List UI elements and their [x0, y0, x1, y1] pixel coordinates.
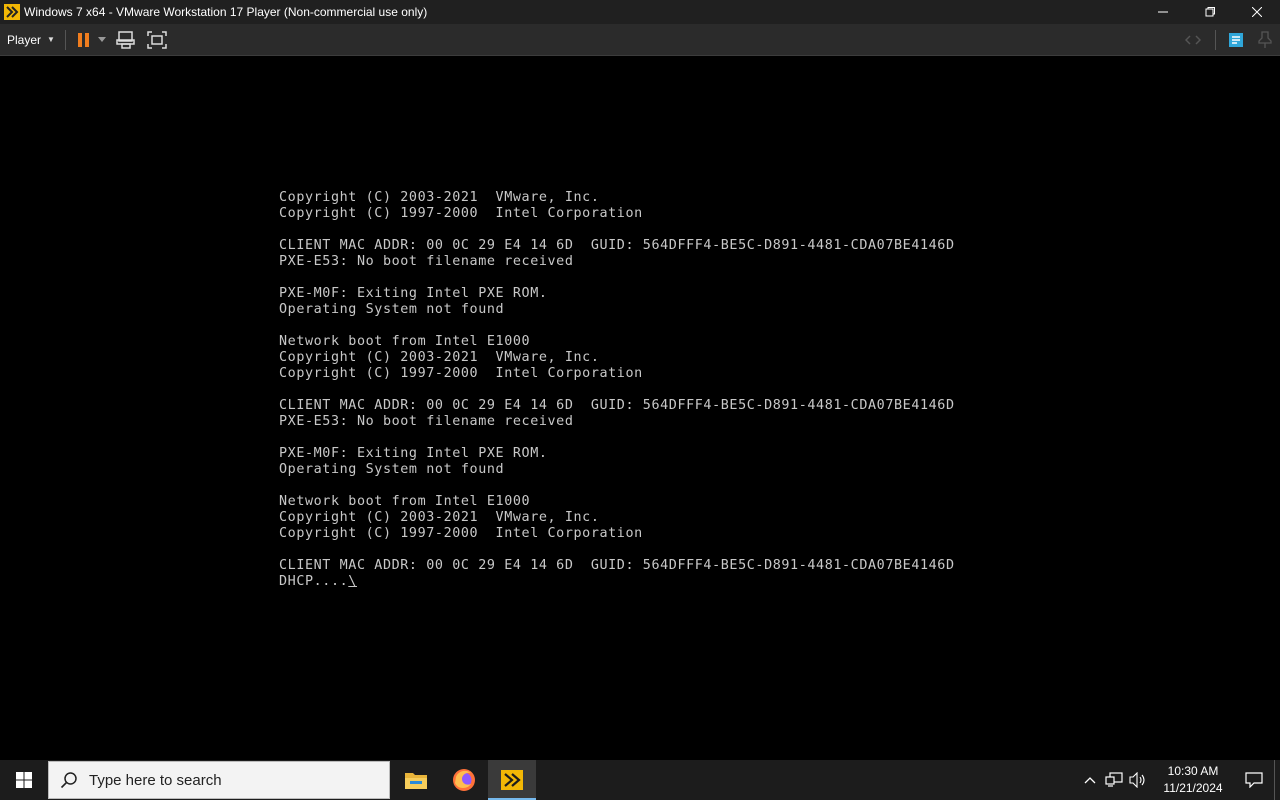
restore-icon	[1205, 7, 1215, 17]
console-line: Copyright (C) 1997-2000 Intel Corporatio…	[279, 366, 643, 381]
boot-log-text: Copyright (C) 2003-2021 VMware, Inc. Cop…	[279, 190, 955, 573]
start-button[interactable]	[0, 760, 48, 800]
window-controls	[1139, 0, 1280, 24]
console-line: Operating System not found	[279, 302, 505, 317]
console-line: Copyright (C) 2003-2021 VMware, Inc.	[279, 510, 600, 525]
console-line: PXE-M0F: Exiting Intel PXE ROM.	[279, 286, 548, 301]
player-toolbar: Player ▼	[0, 24, 1280, 56]
restore-button[interactable]	[1186, 0, 1233, 24]
vmware-player-icon	[501, 770, 523, 790]
taskbar-firefox[interactable]	[440, 760, 488, 800]
boot-console-output: Copyright (C) 2003-2021 VMware, Inc. Cop…	[279, 190, 955, 590]
close-button[interactable]	[1233, 0, 1280, 24]
chevron-up-icon	[1084, 777, 1096, 784]
console-line: PXE-M0F: Exiting Intel PXE ROM.	[279, 446, 548, 461]
dhcp-status-line: DHCP....	[279, 574, 349, 589]
unity-icon	[1185, 34, 1201, 45]
send-ctrl-alt-del-icon	[116, 30, 135, 49]
dropdown-icon	[97, 36, 106, 42]
console-line: CLIENT MAC ADDR: 00 0C 29 E4 14 6D GUID:…	[279, 558, 955, 573]
fullscreen-icon	[147, 30, 167, 49]
network-button[interactable]	[1102, 760, 1126, 800]
message-log-button[interactable]	[1250, 24, 1280, 55]
notification-icon	[1245, 772, 1263, 788]
console-line: Copyright (C) 2003-2021 VMware, Inc.	[279, 350, 600, 365]
volume-button[interactable]	[1126, 760, 1150, 800]
taskbar-file-explorer[interactable]	[392, 760, 440, 800]
console-cursor: \	[348, 574, 357, 589]
console-line: CLIENT MAC ADDR: 00 0C 29 E4 14 6D GUID:…	[279, 238, 955, 253]
pause-dropdown-button[interactable]	[94, 24, 110, 55]
toolbar-separator	[64, 29, 66, 50]
windows-logo-icon	[16, 772, 32, 788]
show-desktop-button[interactable]	[1274, 760, 1280, 800]
taskbar-vmware-player[interactable]	[488, 760, 536, 800]
console-line: PXE-E53: No boot filename received	[279, 414, 574, 429]
toolbar-right-group	[1177, 24, 1280, 55]
windows-taskbar: Type here to search 10:30 AM 11/21/2024	[0, 760, 1280, 800]
player-menu-label: Player	[7, 32, 42, 47]
console-line: Copyright (C) 1997-2000 Intel Corporatio…	[279, 526, 643, 541]
system-tray: 10:30 AM 11/21/2024	[1078, 760, 1280, 800]
search-icon	[49, 771, 89, 789]
chevron-down-icon: ▼	[47, 35, 55, 44]
pause-icon	[77, 32, 89, 47]
toolbar-separator	[1215, 29, 1216, 50]
minimize-icon	[1157, 11, 1168, 13]
minimize-button[interactable]	[1139, 0, 1186, 24]
file-explorer-icon	[405, 773, 427, 789]
console-line: CLIENT MAC ADDR: 00 0C 29 E4 14 6D GUID:…	[279, 398, 955, 413]
library-button[interactable]	[1222, 24, 1250, 55]
clock-date: 11/21/2024	[1163, 781, 1223, 795]
show-hidden-icons-button[interactable]	[1078, 760, 1102, 800]
pause-button[interactable]	[74, 24, 94, 55]
volume-icon	[1129, 772, 1145, 788]
console-line: PXE-E53: No boot filename received	[279, 254, 574, 269]
close-icon	[1251, 7, 1262, 17]
taskbar-search-box[interactable]: Type here to search	[48, 761, 390, 799]
console-line: Network boot from Intel E1000	[279, 494, 531, 509]
player-menu-button[interactable]: Player ▼	[0, 24, 55, 55]
unity-button[interactable]	[1177, 24, 1209, 55]
console-line: Network boot from Intel E1000	[279, 334, 531, 349]
taskbar-clock[interactable]: 10:30 AM 11/21/2024	[1156, 763, 1230, 797]
console-line: Operating System not found	[279, 462, 505, 477]
library-icon	[1229, 32, 1243, 47]
firefox-icon	[453, 769, 475, 791]
window-title: Windows 7 x64 - VMware Workstation 17 Pl…	[24, 5, 428, 19]
fullscreen-button[interactable]	[142, 24, 172, 55]
search-placeholder: Type here to search	[89, 771, 222, 789]
network-icon	[1105, 772, 1123, 787]
console-line: Copyright (C) 1997-2000 Intel Corporatio…	[279, 206, 643, 221]
window-titlebar[interactable]: Windows 7 x64 - VMware Workstation 17 Pl…	[0, 0, 1280, 24]
message-log-icon	[1258, 30, 1272, 48]
send-ctrl-alt-del-button[interactable]	[110, 24, 142, 55]
vm-console-screen[interactable]: Copyright (C) 2003-2021 VMware, Inc. Cop…	[0, 56, 1280, 760]
clock-time: 10:30 AM	[1167, 764, 1219, 778]
notification-center-button[interactable]	[1234, 760, 1274, 800]
console-line: Copyright (C) 2003-2021 VMware, Inc.	[279, 190, 600, 205]
vmware-app-icon	[4, 4, 20, 20]
